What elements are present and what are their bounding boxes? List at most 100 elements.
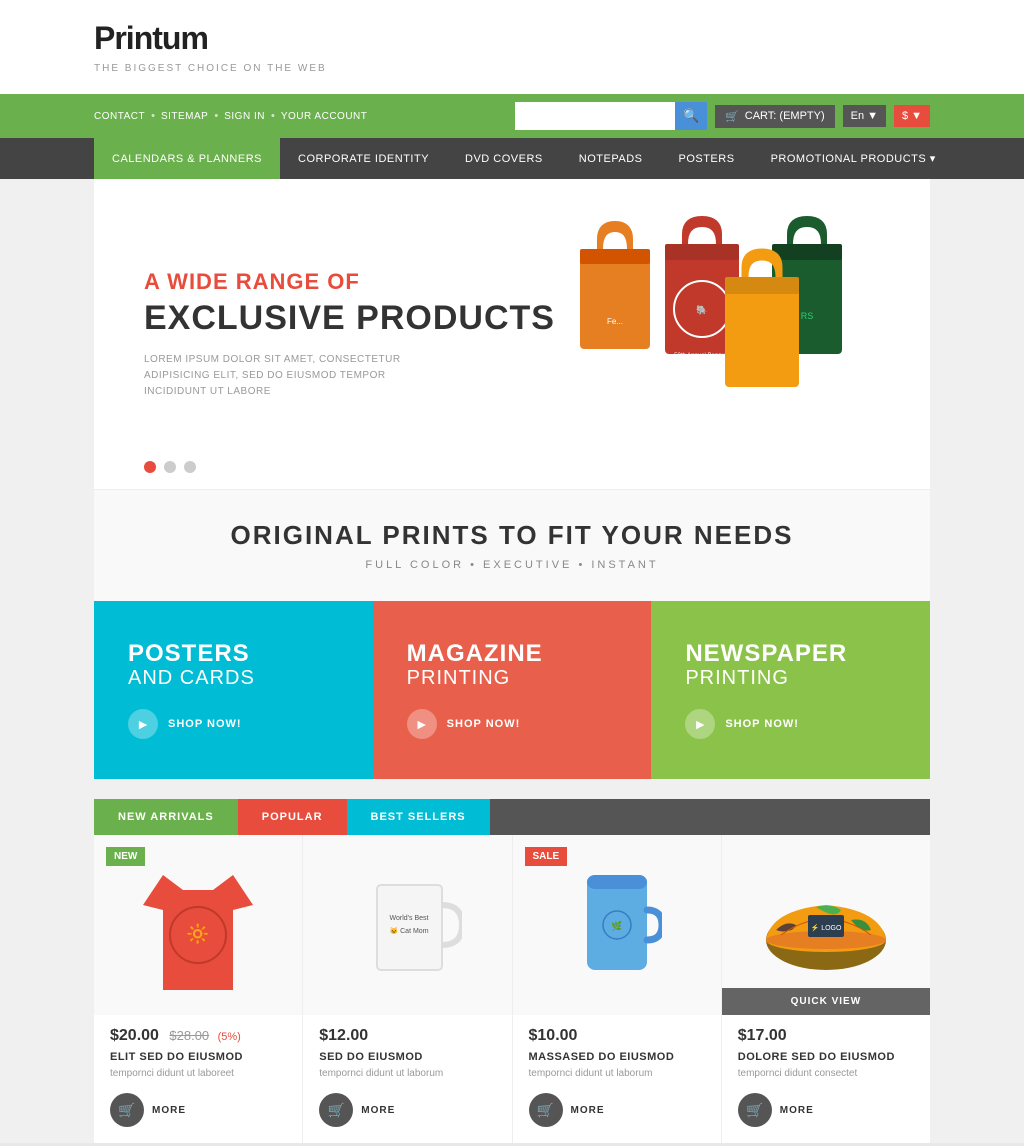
product-card-3: SALE 🌿 $10.00 MASSASED DO EIUSMOD — [513, 835, 722, 1143]
add-to-cart-4[interactable]: 🛒 MORE — [738, 1093, 814, 1127]
cat-title-magazine: MAGAZINE PRINTING — [407, 641, 618, 689]
product-grid: NEW 🔆 $20.00 $28.00 (5%) ELIT SED DO EIU… — [94, 835, 930, 1143]
cat-subtitle-newspaper: PRINTING — [685, 667, 896, 689]
cart-icon: 🛒 — [725, 110, 739, 123]
cat-title-newspaper: NEWSPAPER PRINTING — [685, 641, 896, 689]
add-to-cart-2[interactable]: 🛒 MORE — [319, 1093, 395, 1127]
top-nav: CONTACT • SITEMAP • SIGN IN • YOUR ACCOU… — [94, 110, 367, 122]
hero-subtitle: A WIDE RANGE OF — [144, 269, 880, 295]
product-section: NEW ARRIVALS POPULAR BEST SELLERS NEW 🔆 … — [94, 799, 930, 1143]
top-right: 🔍 🛒 CART: (EMPTY) En ▼ $ ▼ — [515, 102, 930, 130]
shop-now-posters[interactable]: ► SHOP NOW! — [128, 709, 339, 739]
dot-2[interactable] — [164, 461, 176, 473]
cart-icon-1: 🛒 — [110, 1093, 144, 1127]
cart-button[interactable]: 🛒 CART: (EMPTY) — [715, 105, 835, 128]
product-info-3: $10.00 MASSASED DO EIUSMOD tempornci did… — [513, 1015, 721, 1081]
hero-title: EXCLUSIVE PRODUCTS — [144, 299, 880, 338]
product-image-mug: World's Best 🐱 Cat Mom — [303, 835, 511, 1015]
tab-new-arrivals[interactable]: NEW ARRIVALS — [94, 799, 238, 835]
currency-selector[interactable]: $ ▼ — [894, 105, 930, 127]
account-link[interactable]: YOUR ACCOUNT — [281, 111, 368, 122]
nav-calendars[interactable]: CALENDARS & PLANNERS — [94, 138, 280, 179]
product-price-2: $12.00 — [319, 1027, 368, 1044]
cart-icon-2: 🛒 — [319, 1093, 353, 1127]
product-image-hat: ⚡ LOGO QUICK VIEW — [722, 835, 930, 1015]
cart-icon-3: 🛒 — [529, 1093, 563, 1127]
product-name-3: MASSASED DO EIUSMOD — [529, 1051, 705, 1063]
product-name-2: SED DO EIUSMOD — [319, 1051, 495, 1063]
product-price-4: $17.00 — [738, 1027, 787, 1044]
category-magazine: MAGAZINE PRINTING ► SHOP NOW! — [373, 601, 652, 779]
logo-tagline: THE BIGGEST CHOICE ON THE WEB — [94, 63, 327, 74]
add-to-cart-1[interactable]: 🛒 MORE — [110, 1093, 186, 1127]
signin-link[interactable]: SIGN IN — [224, 111, 265, 122]
product-desc-3: tempornci didunt ut laborum — [529, 1067, 705, 1081]
product-price-3: $10.00 — [529, 1027, 578, 1044]
chevron-down-icon: ▼ — [867, 110, 878, 122]
nav-dvd[interactable]: DVD COVERS — [447, 138, 561, 179]
shop-now-label-posters: SHOP NOW! — [168, 718, 242, 730]
svg-text:⚡ LOGO: ⚡ LOGO — [810, 923, 841, 932]
category-newspaper: NEWSPAPER PRINTING ► SHOP NOW! — [651, 601, 930, 779]
hero-dots — [144, 461, 196, 473]
category-cards: POSTERS AND CARDS ► SHOP NOW! MAGAZINE P… — [94, 601, 930, 779]
logo-area: Printum THE BIGGEST CHOICE ON THE WEB — [0, 0, 1024, 94]
hero-banner: A WIDE RANGE OF EXCLUSIVE PRODUCTS LOREM… — [94, 179, 930, 489]
product-card-2: World's Best 🐱 Cat Mom $12.00 SED DO EIU… — [303, 835, 512, 1143]
product-card-4: ⚡ LOGO QUICK VIEW $17.00 DOLORE SED DO E… — [722, 835, 930, 1143]
dot-3[interactable] — [184, 461, 196, 473]
search-input[interactable] — [515, 102, 675, 130]
product-card-1: NEW 🔆 $20.00 $28.00 (5%) ELIT SED DO EIU… — [94, 835, 303, 1143]
more-label-4: MORE — [780, 1105, 814, 1116]
more-label-2: MORE — [361, 1105, 395, 1116]
shop-now-label-newspaper: SHOP NOW! — [725, 718, 799, 730]
shop-now-newspaper[interactable]: ► SHOP NOW! — [685, 709, 896, 739]
language-selector[interactable]: En ▼ — [843, 105, 886, 127]
add-to-cart-3[interactable]: 🛒 MORE — [529, 1093, 605, 1127]
search-button[interactable]: 🔍 — [675, 102, 707, 130]
tab-popular[interactable]: POPULAR — [238, 799, 347, 835]
product-name-1: ELIT SED DO EIUSMOD — [110, 1051, 286, 1063]
nav-notepads[interactable]: NOTEPADS — [561, 138, 661, 179]
cat-subtitle-posters: AND CARDS — [128, 667, 339, 689]
dot-1[interactable] — [144, 461, 156, 473]
product-info-2: $12.00 SED DO EIUSMOD tempornci didunt u… — [303, 1015, 511, 1081]
nav-promotional[interactable]: PROMOTIONAL PRODUCTS ▾ — [753, 138, 954, 179]
more-label-3: MORE — [571, 1105, 605, 1116]
product-info-1: $20.00 $28.00 (5%) ELIT SED DO EIUSMOD t… — [94, 1015, 302, 1081]
product-price-1: $20.00 — [110, 1027, 159, 1044]
tab-best-sellers[interactable]: BEST SELLERS — [347, 799, 490, 835]
category-posters: POSTERS AND CARDS ► SHOP NOW! — [94, 601, 373, 779]
product-name-4: DOLORE SED DO EIUSMOD — [738, 1051, 914, 1063]
badge-new: NEW — [106, 847, 145, 866]
logo-name: Printum — [94, 20, 327, 57]
svg-text:🔆: 🔆 — [187, 923, 209, 945]
product-price-old-1: $28.00 — [169, 1028, 209, 1043]
chevron-down-icon: ▼ — [911, 110, 922, 122]
svg-text:🐱 Cat Mom: 🐱 Cat Mom — [390, 926, 429, 935]
product-desc-2: tempornci didunt ut laborum — [319, 1067, 495, 1081]
cart-label: CART: (EMPTY) — [745, 110, 825, 122]
nav-corporate[interactable]: CORPORATE IDENTITY — [280, 138, 447, 179]
shop-now-magazine[interactable]: ► SHOP NOW! — [407, 709, 618, 739]
shop-now-icon-magazine: ► — [407, 709, 437, 739]
product-info-4: $17.00 DOLORE SED DO EIUSMOD tempornci d… — [722, 1015, 930, 1081]
shop-now-label-magazine: SHOP NOW! — [447, 718, 521, 730]
product-desc-4: tempornci didunt consectet — [738, 1067, 914, 1081]
main-nav: CALENDARS & PLANNERS CORPORATE IDENTITY … — [0, 138, 1024, 179]
currency-label: $ — [902, 110, 908, 122]
tagline-subtext: FULL COLOR • EXECUTIVE • INSTANT — [114, 559, 910, 571]
cat-subtitle-magazine: PRINTING — [407, 667, 618, 689]
contact-link[interactable]: CONTACT — [94, 111, 145, 122]
more-label-1: MORE — [152, 1105, 186, 1116]
quick-view-button[interactable]: QUICK VIEW — [722, 988, 930, 1015]
badge-sale: SALE — [525, 847, 568, 866]
svg-text:World's Best: World's Best — [390, 915, 429, 922]
svg-text:🌿: 🌿 — [611, 920, 622, 931]
hero-description: LOREM IPSUM DOLOR SIT AMET, CONSECTETUR … — [144, 352, 404, 400]
sitemap-link[interactable]: SITEMAP — [161, 111, 208, 122]
cart-icon-4: 🛒 — [738, 1093, 772, 1127]
top-bar: CONTACT • SITEMAP • SIGN IN • YOUR ACCOU… — [0, 94, 1024, 138]
lang-label: En — [851, 110, 864, 122]
nav-posters[interactable]: POSTERS — [660, 138, 752, 179]
